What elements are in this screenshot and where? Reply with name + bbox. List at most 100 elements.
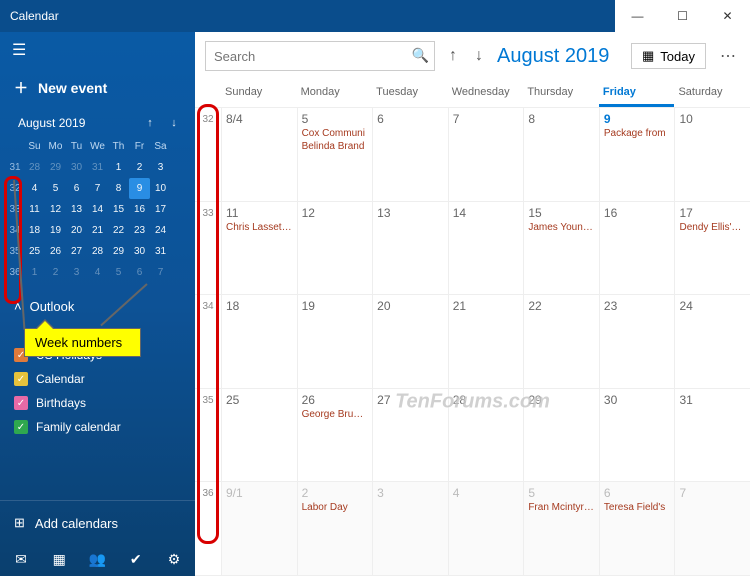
- day-cell[interactable]: 25: [221, 389, 297, 482]
- people-icon[interactable]: 👥: [87, 551, 109, 568]
- next-month-icon[interactable]: ↓: [471, 47, 487, 65]
- today-button[interactable]: ▦ Today: [631, 43, 706, 69]
- mini-day[interactable]: 3: [66, 262, 87, 283]
- day-cell[interactable]: 9 Package from: [599, 108, 675, 201]
- day-cell[interactable]: 18: [221, 295, 297, 388]
- day-cell[interactable]: 7: [448, 108, 524, 201]
- mini-day[interactable]: 29: [108, 241, 129, 262]
- event[interactable]: Fran Mcintyre's: [528, 502, 595, 513]
- mini-day[interactable]: 12: [45, 199, 66, 220]
- day-cell[interactable]: 27: [372, 389, 448, 482]
- mini-day[interactable]: 15: [108, 199, 129, 220]
- search-box[interactable]: 🔍: [205, 41, 435, 71]
- calendar-checkbox[interactable]: ✓: [14, 420, 28, 434]
- calendar-checkbox[interactable]: ✓: [14, 396, 28, 410]
- mini-day[interactable]: 14: [87, 199, 108, 220]
- hamburger-icon[interactable]: ☰: [0, 32, 195, 68]
- event[interactable]: Package from: [604, 128, 671, 139]
- month-label[interactable]: August 2019: [497, 45, 621, 68]
- day-cell[interactable]: 11 Chris Lassetter: [221, 202, 297, 295]
- mini-day[interactable]: 22: [108, 220, 129, 241]
- day-cell[interactable]: 9/1: [221, 482, 297, 575]
- calendar-item[interactable]: ✓ Birthdays: [14, 396, 181, 410]
- mini-day[interactable]: 4: [24, 178, 45, 199]
- calendar-item[interactable]: ✓ Family calendar: [14, 420, 181, 434]
- day-cell[interactable]: 31: [674, 389, 750, 482]
- event[interactable]: Teresa Field's: [604, 502, 671, 513]
- prev-month-icon[interactable]: ↑: [445, 47, 461, 65]
- day-cell[interactable]: 22: [523, 295, 599, 388]
- mini-day[interactable]: 31: [150, 241, 171, 262]
- mini-day[interactable]: 28: [24, 157, 45, 178]
- mini-day[interactable]: 10: [150, 178, 171, 199]
- mini-day[interactable]: 29: [45, 157, 66, 178]
- day-cell[interactable]: 5 Fran Mcintyre's: [523, 482, 599, 575]
- todo-icon[interactable]: ✔: [125, 551, 147, 568]
- event[interactable]: Dendy Ellis's bi: [679, 222, 746, 233]
- mini-day[interactable]: 25: [24, 241, 45, 262]
- day-cell[interactable]: 24: [674, 295, 750, 388]
- mini-day[interactable]: 16: [129, 199, 150, 220]
- day-cell[interactable]: 28: [448, 389, 524, 482]
- day-cell[interactable]: 23: [599, 295, 675, 388]
- mini-day[interactable]: 1: [108, 157, 129, 178]
- event[interactable]: Labor Day: [302, 502, 369, 513]
- mini-next-icon[interactable]: ↓: [165, 117, 183, 129]
- settings-icon[interactable]: ⚙: [163, 551, 185, 568]
- mini-day[interactable]: 6: [66, 178, 87, 199]
- day-cell[interactable]: 4: [448, 482, 524, 575]
- close-button[interactable]: ✕: [705, 0, 750, 32]
- day-cell[interactable]: 10: [674, 108, 750, 201]
- day-cell[interactable]: 3: [372, 482, 448, 575]
- day-cell[interactable]: 19: [297, 295, 373, 388]
- day-cell[interactable]: 21: [448, 295, 524, 388]
- day-cell[interactable]: 8: [523, 108, 599, 201]
- day-cell[interactable]: 16: [599, 202, 675, 295]
- mini-day[interactable]: 5: [108, 262, 129, 283]
- maximize-button[interactable]: ☐: [660, 0, 705, 32]
- day-cell[interactable]: 20: [372, 295, 448, 388]
- day-cell[interactable]: 12: [297, 202, 373, 295]
- event[interactable]: Cox Communi: [302, 128, 369, 139]
- day-cell[interactable]: 30: [599, 389, 675, 482]
- mini-day[interactable]: 1: [24, 262, 45, 283]
- calendar-checkbox[interactable]: ✓: [14, 372, 28, 386]
- search-input[interactable]: [205, 41, 435, 71]
- day-cell[interactable]: 26 George Brunsc: [297, 389, 373, 482]
- mini-day[interactable]: 21: [87, 220, 108, 241]
- event[interactable]: George Brunsc: [302, 409, 369, 420]
- mini-day[interactable]: 4: [87, 262, 108, 283]
- mini-day[interactable]: 31: [87, 157, 108, 178]
- calendar-icon[interactable]: ▦: [48, 551, 70, 568]
- mini-day[interactable]: 2: [45, 262, 66, 283]
- mini-day[interactable]: 7: [87, 178, 108, 199]
- day-cell[interactable]: 7: [674, 482, 750, 575]
- more-icon[interactable]: ⋯: [716, 46, 740, 66]
- mini-day[interactable]: 5: [45, 178, 66, 199]
- mini-day[interactable]: 26: [45, 241, 66, 262]
- day-cell[interactable]: 5 Cox CommuniBelinda Brand: [297, 108, 373, 201]
- mini-month-label[interactable]: August 2019: [18, 116, 135, 130]
- mini-day[interactable]: 19: [45, 220, 66, 241]
- new-event-button[interactable]: ＋ New event: [0, 68, 195, 108]
- day-cell[interactable]: 29: [523, 389, 599, 482]
- day-cell[interactable]: 17 Dendy Ellis's bi: [674, 202, 750, 295]
- mail-icon[interactable]: ✉: [10, 551, 32, 568]
- day-cell[interactable]: 8/4: [221, 108, 297, 201]
- day-cell[interactable]: 15 James Young's: [523, 202, 599, 295]
- event[interactable]: Belinda Brand: [302, 141, 369, 152]
- mini-day[interactable]: 11: [24, 199, 45, 220]
- event[interactable]: Chris Lassetter: [226, 222, 293, 233]
- mini-day[interactable]: 28: [87, 241, 108, 262]
- day-cell[interactable]: 14: [448, 202, 524, 295]
- mini-day[interactable]: 24: [150, 220, 171, 241]
- minimize-button[interactable]: —: [615, 0, 660, 32]
- mini-day[interactable]: 23: [129, 220, 150, 241]
- day-cell[interactable]: 6: [372, 108, 448, 201]
- add-calendars-button[interactable]: ⊞ Add calendars: [0, 500, 195, 545]
- mini-day[interactable]: 17: [150, 199, 171, 220]
- mini-day[interactable]: 18: [24, 220, 45, 241]
- day-cell[interactable]: 6 Teresa Field's: [599, 482, 675, 575]
- mini-day[interactable]: 30: [129, 241, 150, 262]
- mini-prev-icon[interactable]: ↑: [141, 117, 159, 129]
